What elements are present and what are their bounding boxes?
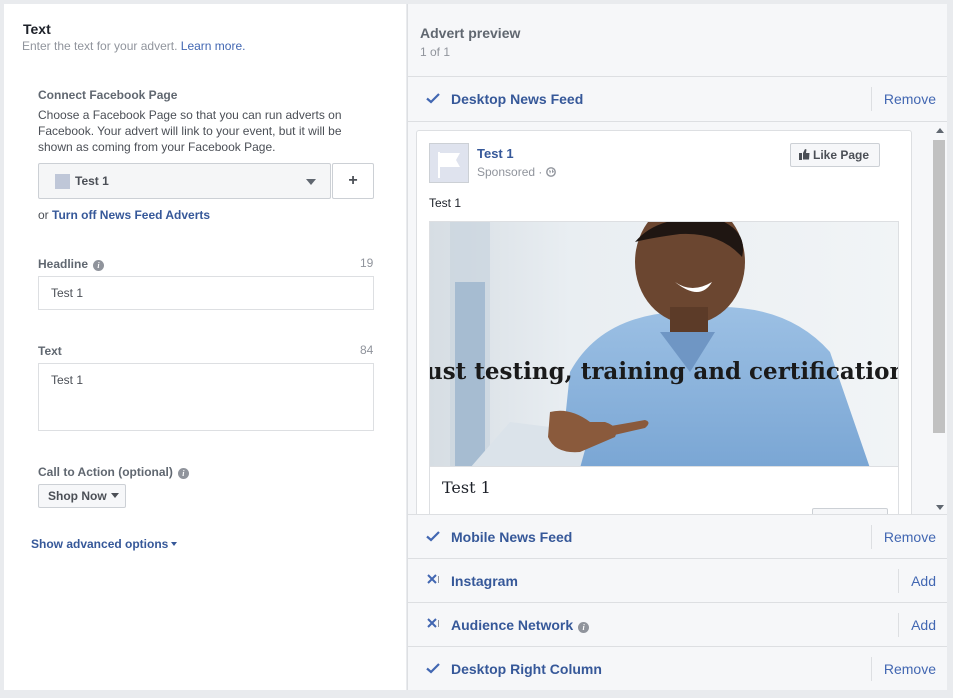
placement-row-audience-network[interactable]: Audience Network i Add — [408, 602, 947, 646]
placement-row-instagram[interactable]: Instagram Add — [408, 558, 947, 602]
person-photo: ust testing, training and certification … — [430, 222, 899, 466]
post-page-name[interactable]: Test 1 — [477, 146, 514, 161]
headline-label-text: Headline — [38, 257, 89, 271]
cta-label-text: Call to Action (optional) — [38, 465, 173, 479]
text-char-count: 84 — [360, 343, 374, 357]
like-page-button[interactable]: Like Page — [790, 143, 880, 167]
advert-preview-panel: Advert preview 1 of 1 Desktop News Feed … — [407, 4, 947, 690]
add-placement-button[interactable]: Add — [898, 569, 947, 593]
add-page-button[interactable]: + — [332, 163, 374, 199]
section-subtitle: Enter the text for your advert. Learn mo… — [22, 39, 245, 53]
globe-icon — [545, 167, 556, 177]
chevron-down-icon — [171, 542, 178, 546]
section-subtitle-text: Enter the text for your advert. — [22, 39, 178, 53]
page-avatar — [429, 143, 469, 183]
placement-row-desktop-right-column[interactable]: Desktop Right Column Remove — [408, 646, 947, 690]
flag-icon — [438, 152, 460, 178]
ad-image[interactable]: ust testing, training and certification … — [429, 221, 899, 467]
news-feed-preview: Test 1 Sponsored · Like Page Test 1 ust … — [408, 121, 947, 514]
chevron-down-icon — [110, 493, 119, 498]
cta-selected-value: Shop Now — [48, 489, 107, 503]
scroll-down-arrow-icon[interactable] — [936, 505, 944, 510]
text-textarea[interactable]: Test 1 — [38, 363, 374, 431]
chevron-down-icon — [306, 179, 316, 185]
preview-scrollbar[interactable] — [930, 122, 947, 514]
advert-text-panel: Text Enter the text for your advert. Lea… — [4, 4, 406, 690]
like-page-label: Like Page — [813, 148, 870, 162]
advanced-options-label: Show advanced options — [31, 537, 169, 551]
placement-row-desktop-news-feed[interactable]: Desktop News Feed Remove — [408, 76, 947, 120]
connect-page-description: Choose a Facebook Page so that you can r… — [38, 108, 342, 154]
scroll-up-arrow-icon[interactable] — [936, 128, 944, 133]
scroll-thumb[interactable] — [933, 140, 945, 433]
checkmark-icon — [426, 93, 440, 104]
checkmark-icon — [426, 663, 440, 674]
placement-row-mobile-news-feed[interactable]: Mobile News Feed Remove — [408, 514, 947, 558]
x-icon — [427, 618, 439, 628]
remove-placement-button[interactable]: Remove — [870, 87, 947, 111]
cta-label: Call to Action (optional) i — [38, 465, 189, 479]
show-advanced-options-link[interactable]: Show advanced options — [31, 537, 178, 551]
placement-name: Audience Network i — [451, 617, 590, 633]
ad-post-card: Test 1 Sponsored · Like Page Test 1 ust … — [416, 130, 912, 514]
headline-char-count: 19 — [360, 256, 374, 270]
placement-name: Instagram — [451, 573, 518, 589]
page-select-dropdown[interactable]: Test 1 — [38, 163, 331, 199]
text-label: Text — [38, 344, 62, 358]
add-placement-button[interactable]: Add — [898, 613, 947, 637]
thumbs-up-icon — [799, 149, 810, 160]
turn-off-news-feed-link[interactable]: Turn off News Feed Adverts — [52, 208, 210, 222]
placement-name-text: Audience Network — [451, 617, 574, 633]
placement-name: Desktop News Feed — [451, 91, 584, 107]
checkmark-icon — [426, 531, 440, 542]
link-caption: Test 1 — [442, 478, 491, 497]
preview-count: 1 of 1 — [420, 45, 451, 59]
preview-title: Advert preview — [420, 25, 521, 41]
link-caption-box[interactable]: Test 1 — [429, 466, 899, 514]
sponsored-label: Sponsored · — [477, 165, 556, 179]
page-flag-icon — [55, 174, 70, 189]
remove-placement-button[interactable]: Remove — [870, 525, 947, 549]
selected-page-name: Test 1 — [75, 174, 109, 188]
placement-name: Desktop Right Column — [451, 661, 602, 677]
cta-select-button[interactable]: Shop Now — [38, 484, 126, 508]
post-body-text: Test 1 — [429, 196, 462, 210]
connect-page-label: Connect Facebook Page — [38, 88, 178, 102]
sponsored-text: Sponsored · — [477, 165, 546, 179]
learn-more-link[interactable]: Learn more. — [181, 39, 246, 53]
info-icon[interactable]: i — [93, 260, 105, 271]
image-overlay-text: ust testing, training and certification … — [430, 358, 899, 385]
placement-name: Mobile News Feed — [451, 529, 573, 545]
x-icon — [427, 574, 439, 584]
headline-label: Headline i — [38, 257, 105, 271]
turn-off-line: or Turn off News Feed Adverts — [38, 208, 210, 222]
remove-placement-button[interactable]: Remove — [870, 657, 947, 681]
info-icon[interactable]: i — [578, 622, 590, 633]
info-icon[interactable]: i — [177, 468, 189, 479]
or-text: or — [38, 208, 49, 222]
section-title: Text — [23, 21, 51, 37]
headline-input[interactable]: Test 1 — [38, 276, 374, 310]
